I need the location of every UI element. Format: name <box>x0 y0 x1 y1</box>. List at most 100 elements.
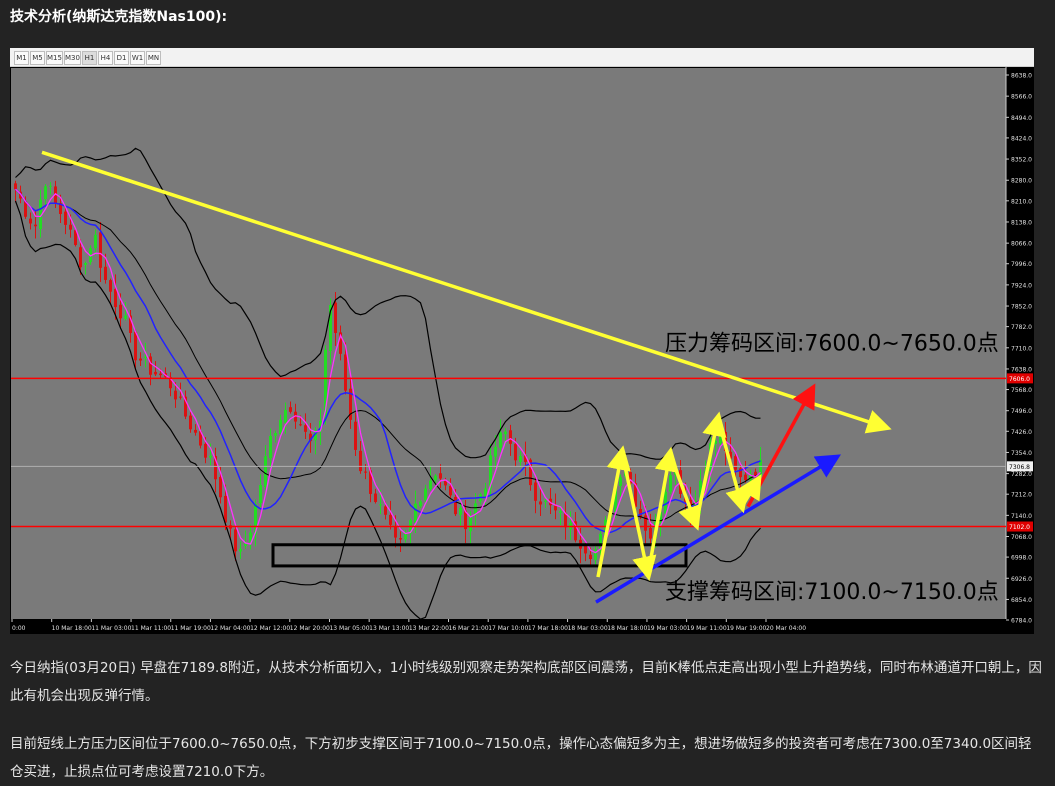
timeframe-button-m30[interactable]: M30 <box>64 51 81 65</box>
price-axis-label: 6998.0 <box>1011 555 1032 562</box>
bear-candle <box>204 443 207 458</box>
bear-candle <box>159 373 162 376</box>
bear-candle <box>104 266 107 280</box>
bear-candle <box>69 224 72 230</box>
bull-candle <box>209 455 212 458</box>
bull-candle <box>124 315 127 319</box>
bear-candle <box>99 232 102 268</box>
time-axis-label: 18 Mar 03:00 <box>568 625 608 632</box>
bear-candle <box>79 247 82 268</box>
timeframe-toolbar: M1 M5 M15 M30 H1 H4 D1 W1 MN <box>10 48 1034 67</box>
bull-candle <box>239 548 242 552</box>
price-axis-label: 7710.0 <box>1011 345 1032 352</box>
bull-candle <box>94 234 97 249</box>
bear-candle <box>29 218 32 224</box>
bear-candle <box>364 471 367 473</box>
bull-candle <box>84 263 87 265</box>
analysis-paragraph-1: 今日纳指(03月20日) 早盘在7189.8附近，从技术分析面切入，1小时线级别… <box>10 660 1042 704</box>
section-heading: 技术分析(纳斯达克指数Nas100): <box>10 9 228 25</box>
bull-candle <box>664 491 667 514</box>
bull-candle <box>469 516 472 532</box>
price-axis-label: 6926.0 <box>1011 576 1032 583</box>
bear-candle <box>34 224 37 227</box>
bear-candle <box>174 390 177 400</box>
chart-window[interactable]: M1 M5 M15 M30 H1 H4 D1 W1 MN 8638.0 8566.0 8494.0 8… <box>10 48 1034 634</box>
bear-candle <box>374 493 377 502</box>
bear-candle <box>119 304 122 319</box>
timeframe-button-m15[interactable]: M15 <box>46 51 63 65</box>
bear-candle <box>344 354 347 391</box>
time-axis-label: 0:00 <box>12 625 26 632</box>
bull-candle <box>49 185 52 187</box>
timeframe-button-m5[interactable]: M5 <box>30 51 45 65</box>
bear-candle <box>449 485 452 496</box>
bear-candle <box>219 477 222 498</box>
bull-candle <box>284 409 287 423</box>
bear-candle <box>439 473 442 479</box>
bull-candle <box>434 475 437 481</box>
bear-candle <box>299 424 302 426</box>
time-axis-label: 13 Mar 05:00 <box>329 625 369 632</box>
price-axis-label: 8494.0 <box>1011 115 1032 122</box>
bear-candle <box>64 211 67 225</box>
bear-candle <box>589 554 592 559</box>
bull-candle <box>494 446 497 457</box>
bear-candle <box>584 545 587 554</box>
price-axis-label: 7996.0 <box>1011 261 1032 268</box>
time-axis-label: 11 Mar 03:00 <box>91 625 131 632</box>
bear-candle <box>114 288 117 308</box>
support-zone-annotation: 支撑筹码区间:7100.0~7150.0点 <box>665 580 999 605</box>
price-axis-label: 8424.0 <box>1011 135 1032 142</box>
bull-candle <box>379 504 382 506</box>
timeframe-button-d1[interactable]: D1 <box>114 51 129 65</box>
analysis-paragraph-2: 目前短线上方压力区间位于7600.0~7650.0点，下方初步支撑区间于7100… <box>10 736 1032 780</box>
timeframe-button-m1[interactable]: M1 <box>14 51 29 65</box>
timeframe-button-w1[interactable]: W1 <box>130 51 145 65</box>
price-axis-label: 7924.0 <box>1011 282 1032 289</box>
bull-candle <box>424 488 427 501</box>
time-axis-label: 20 Mar 04:00 <box>766 625 806 632</box>
bear-candle <box>744 474 747 481</box>
bull-candle <box>264 456 267 487</box>
bear-candle <box>304 425 307 432</box>
price-chart[interactable]: 8638.0 8566.0 8494.0 8424.0 8352.0 8280.0 8210… <box>10 67 1034 634</box>
time-axis-label: 19 Mar 03:00 <box>647 625 687 632</box>
bear-candle <box>454 497 457 515</box>
bear-candle <box>154 371 157 375</box>
bull-candle <box>559 511 562 513</box>
time-axis-label: 19 Mar 11:00 <box>687 625 727 632</box>
bull-candle <box>619 477 622 486</box>
price-axis-label: 7782.0 <box>1011 324 1032 331</box>
bull-candle <box>669 475 672 492</box>
bull-candle <box>279 419 282 435</box>
bear-candle <box>514 443 517 461</box>
price-axis-label: 7568.0 <box>1011 387 1032 394</box>
bear-candle <box>134 331 137 361</box>
bear-candle <box>509 430 512 444</box>
time-axis-label: 13 Mar 13:00 <box>369 625 409 632</box>
timeframe-button-mn[interactable]: MN <box>146 51 161 65</box>
bear-candle <box>139 358 142 361</box>
time-axis-label: 17 Mar 18:00 <box>528 625 568 632</box>
bear-candle <box>399 538 402 540</box>
time-axis-label: 12 Mar 04:00 <box>210 625 250 632</box>
time-axis-label: 13 Mar 22:00 <box>409 625 449 632</box>
time-axis-label: 11 Mar 11:00 <box>131 625 171 632</box>
bear-candle <box>234 529 237 552</box>
support-price-tag: 7102.0 <box>1009 524 1030 531</box>
time-axis-label: 12 Mar 12:00 <box>250 625 290 632</box>
bull-candle <box>544 500 547 502</box>
price-axis-label: 8352.0 <box>1011 157 1032 164</box>
bear-candle <box>14 183 17 190</box>
resistance-price-tag: 7606.0 <box>1009 376 1030 383</box>
bear-candle <box>394 526 397 538</box>
bear-candle <box>384 506 387 515</box>
timeframe-button-h4[interactable]: H4 <box>98 51 113 65</box>
time-axis-label: 19 Mar 19:00 <box>726 625 766 632</box>
bear-candle <box>189 415 192 430</box>
timeframe-button-h1[interactable]: H1 <box>82 51 97 65</box>
bull-candle <box>499 432 502 448</box>
price-axis-label: 7068.0 <box>1011 534 1032 541</box>
time-axis-label: 11 Mar 19:00 <box>171 625 211 632</box>
price-axis-label: 8138.0 <box>1011 219 1032 226</box>
